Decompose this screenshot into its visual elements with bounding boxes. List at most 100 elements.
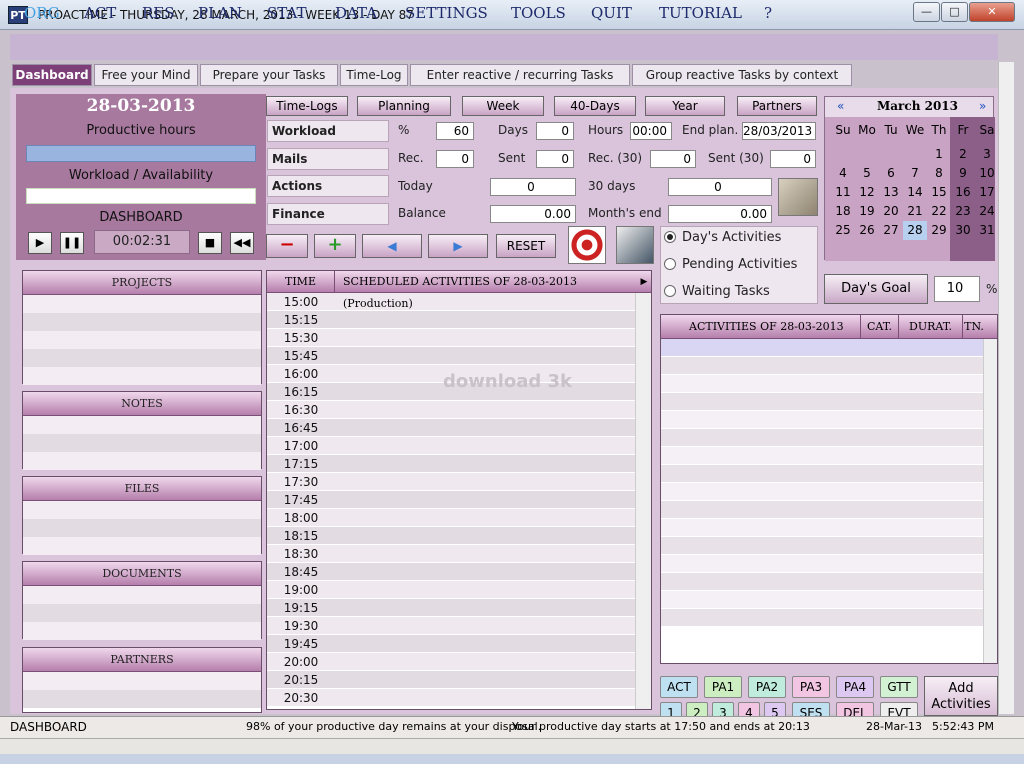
schedule-row[interactable]: 17:00 (267, 437, 651, 455)
tab-dashboard[interactable]: Dashboard (12, 64, 92, 86)
calendar-day[interactable]: 21 (903, 202, 927, 221)
next-arrow-icon[interactable]: ▶ (428, 234, 488, 258)
activity-row[interactable] (661, 501, 997, 519)
end-plan-input[interactable]: 28/03/2013 (742, 122, 816, 140)
stop-button[interactable]: ■ (198, 232, 222, 254)
calendar-day[interactable]: 9 (951, 164, 975, 183)
schedule-row[interactable]: 15:00 (267, 293, 651, 311)
calendar-day[interactable]: 8 (927, 164, 951, 183)
menu-data[interactable]: DATA (335, 4, 377, 22)
target-icon[interactable] (568, 226, 606, 264)
horizontal-scrollbar[interactable] (0, 738, 1024, 754)
scroll-right-icon[interactable]: ▶ (637, 271, 651, 292)
calendar-day[interactable]: 27 (879, 221, 903, 240)
radio-days-activities[interactable] (664, 231, 676, 243)
category-3[interactable]: 3 (712, 702, 734, 716)
activity-row[interactable] (661, 393, 997, 411)
calendar-day[interactable]: 31 (975, 221, 999, 240)
menu-quit[interactable]: QUIT (591, 4, 632, 22)
category-pa4[interactable]: PA4 (836, 676, 874, 698)
calendar-day[interactable]: 14 (903, 183, 927, 202)
schedule-row[interactable]: 18:00 (267, 509, 651, 527)
calendar-day[interactable]: 29 (927, 221, 951, 240)
partners-panel[interactable]: PARTNERS (22, 647, 262, 713)
schedule-row[interactable]: 18:15 (267, 527, 651, 545)
photo-thumbnail[interactable] (778, 178, 818, 216)
pause-button[interactable]: ❚❚ (60, 232, 84, 254)
write-icon[interactable] (616, 226, 654, 264)
schedule-row[interactable]: 19:45 (267, 635, 651, 653)
calendar-day[interactable]: 23 (951, 202, 975, 221)
add-button[interactable]: + (314, 234, 356, 258)
schedule-row[interactable]: 19:00 (267, 581, 651, 599)
hours-input[interactable]: 00:00 (630, 122, 672, 140)
workload-pct-input[interactable]: 60 (436, 122, 474, 140)
month-end-input[interactable]: 0.00 (668, 205, 772, 223)
activity-row[interactable] (661, 555, 997, 573)
week-button[interactable]: Week (462, 96, 544, 116)
activity-row[interactable] (661, 537, 997, 555)
schedule-row[interactable]: 17:30 (267, 473, 651, 491)
menu-tools[interactable]: TOOLS (511, 4, 566, 22)
files-panel[interactable]: FILES (22, 476, 262, 555)
tab-time-log[interactable]: Time-Log (340, 64, 408, 86)
projects-panel[interactable]: PROJECTS (22, 270, 262, 385)
menu-act[interactable]: ACT (84, 4, 116, 22)
sent30-input[interactable]: 0 (770, 150, 816, 168)
calendar-day[interactable]: 17 (975, 183, 999, 202)
menu-org[interactable]: ORG (24, 4, 60, 22)
documents-panel[interactable]: DOCUMENTS (22, 561, 262, 640)
calendar-day[interactable]: 19 (855, 202, 879, 221)
category-evt[interactable]: EVT (880, 702, 918, 716)
activity-row[interactable] (661, 429, 997, 447)
calendar-prev-button[interactable]: « (837, 99, 844, 113)
calendar-day[interactable]: 28 (903, 221, 927, 240)
menu-settings[interactable]: SETTINGS (405, 4, 488, 22)
activity-row[interactable] (661, 411, 997, 429)
tab-group-tasks[interactable]: Group reactive Tasks by context (632, 64, 852, 86)
calendar-day[interactable]: 12 (855, 183, 879, 202)
days-input[interactable]: 0 (536, 122, 574, 140)
remove-button[interactable]: − (266, 234, 308, 258)
calendar-next-button[interactable]: » (979, 99, 986, 113)
previous-arrow-icon[interactable]: ◀ (362, 234, 422, 258)
schedule-row[interactable]: 15:15 (267, 311, 651, 329)
menu-plan[interactable]: PLAN (198, 4, 242, 22)
close-button[interactable]: ✕ (969, 2, 1015, 22)
activities-scrollbar[interactable] (983, 339, 997, 663)
days-goal-input[interactable]: 10 (934, 276, 980, 302)
schedule-row[interactable]: 18:45 (267, 563, 651, 581)
activity-row[interactable] (661, 519, 997, 537)
rewind-button[interactable]: ◀◀ (230, 232, 254, 254)
minimize-button[interactable]: — (913, 2, 940, 22)
category-1[interactable]: 1 (660, 702, 682, 716)
calendar-day[interactable]: 25 (831, 221, 855, 240)
category-pa2[interactable]: PA2 (748, 676, 786, 698)
category-4[interactable]: 4 (738, 702, 760, 716)
menu-stat[interactable]: STAT (267, 4, 306, 22)
schedule-row[interactable]: 16:45 (267, 419, 651, 437)
schedule-scrollbar[interactable] (635, 293, 651, 709)
menu-tutorial[interactable]: TUTORIAL (659, 4, 742, 22)
calendar-day[interactable]: 6 (879, 164, 903, 183)
calendar[interactable]: « March 2013 » Su Mo Tu We Th Fr Sa 1 2 3 4 5 6 7 8 9 10… (824, 96, 995, 261)
days-goal-button[interactable]: Day's Goal (824, 274, 928, 304)
schedule-row[interactable]: 20:30 (267, 689, 651, 707)
year-button[interactable]: Year (645, 96, 725, 116)
calendar-day[interactable]: 18 (831, 202, 855, 221)
calendar-day[interactable]: 4 (831, 164, 855, 183)
tab-free-your-mind[interactable]: Free your Mind (94, 64, 198, 86)
schedule-table[interactable]: TIME SCHEDULED ACTIVITIES OF 28-03-2013 … (266, 270, 652, 710)
calendar-day[interactable]: 20 (879, 202, 903, 221)
activity-row[interactable] (661, 591, 997, 609)
category-act[interactable]: ACT (660, 676, 698, 698)
play-button[interactable]: ▶ (28, 232, 52, 254)
rec30-input[interactable]: 0 (650, 150, 696, 168)
schedule-row[interactable]: 18:30 (267, 545, 651, 563)
add-activities-button[interactable]: Add Activities (924, 676, 998, 716)
40-days-button[interactable]: 40-Days (554, 96, 636, 116)
time-logs-button[interactable]: Time-Logs (266, 96, 348, 116)
calendar-day[interactable]: 2 (951, 145, 975, 164)
30-days-input[interactable]: 0 (668, 178, 772, 196)
schedule-row[interactable]: 19:30 (267, 617, 651, 635)
